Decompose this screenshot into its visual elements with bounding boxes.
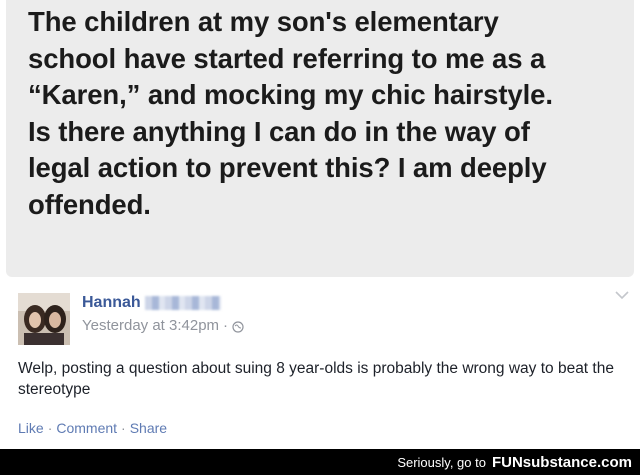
comment-meta: Yesterday at 3:42pm · xyxy=(82,317,244,334)
watermark-prefix: Seriously, go to xyxy=(397,455,486,470)
comment-text: Welp, posting a question about suing 8 y… xyxy=(18,360,614,398)
post-line: The children at my son's elementary xyxy=(28,6,499,37)
comment: Hannah Yesterday at 3:42pm · Welp, posti… xyxy=(0,285,640,445)
avatar[interactable] xyxy=(18,293,70,345)
author-row: Hannah xyxy=(82,293,221,313)
post-card: The children at my son's elementary scho… xyxy=(6,0,634,277)
post-line: legal action to prevent this? I am deepl… xyxy=(28,152,547,183)
chevron-down-icon[interactable] xyxy=(614,287,630,300)
author-name[interactable]: Hannah xyxy=(82,294,141,312)
share-button[interactable]: Share xyxy=(130,420,167,436)
like-button[interactable]: Like xyxy=(18,420,44,436)
action-separator: · xyxy=(47,420,53,436)
post-line: offended. xyxy=(28,188,151,220)
comment-button[interactable]: Comment xyxy=(56,420,117,436)
action-separator: · xyxy=(121,420,126,436)
timestamp[interactable]: Yesterday at 3:42pm xyxy=(82,317,219,334)
comment-actions: Like · Comment · Share xyxy=(18,420,167,436)
watermark: Seriously, go to FUNsubstance.com xyxy=(397,454,632,471)
watermark-bar: Seriously, go to FUNsubstance.com xyxy=(0,449,640,475)
redacted-surname xyxy=(144,296,221,310)
post-line: school have started referring to me as a xyxy=(28,42,546,74)
post-text: The children at my son's elementary scho… xyxy=(28,4,628,223)
watermark-brand: FUNsubstance.com xyxy=(491,454,632,471)
post-line: Is there anything I can do in the way of xyxy=(28,115,530,147)
meta-separator: · xyxy=(223,317,229,334)
globe-icon xyxy=(232,320,244,333)
post-line: “Karen,” and mocking my chic hairstyle. xyxy=(28,79,553,110)
